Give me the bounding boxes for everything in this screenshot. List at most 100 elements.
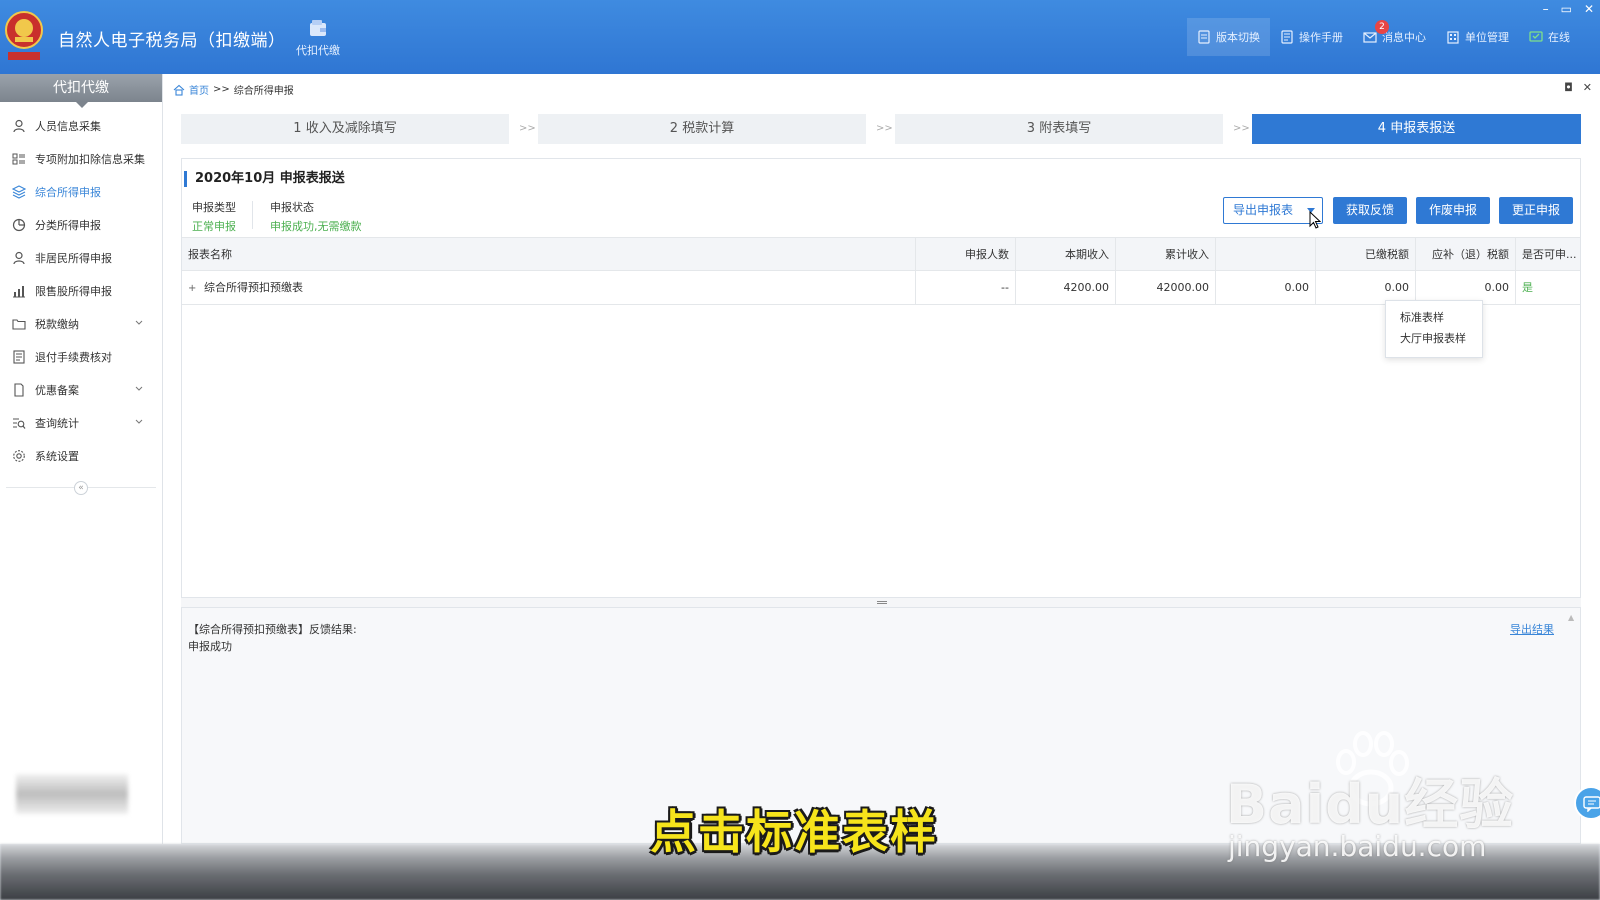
sidebar-item-system-settings[interactable]: 系统设置: [0, 439, 162, 472]
person-icon: [13, 119, 25, 132]
sidebar-item-tax-payment[interactable]: 税款缴纳: [0, 307, 162, 340]
video-subtitle: 点击标准表样: [650, 805, 938, 859]
correct-declaration-button[interactable]: 更正申报: [1499, 197, 1573, 224]
sidebar-item-refund-fee[interactable]: 退付手续费核对: [0, 340, 162, 373]
sidebar-item-query-statistics[interactable]: 查询统计: [0, 406, 162, 439]
sidebar-menu: 人员信息采集 专项附加扣除信息采集 综合所得申报 分类所得申报 非居民所得申报 …: [0, 109, 162, 472]
unit-management-label: 单位管理: [1465, 31, 1509, 44]
top-bar: 自然人电子税务局（扣缴端） 代扣代缴 版本切换 操作手册 2 消息中心 单位管理: [0, 0, 1600, 74]
online-status-button[interactable]: 在线: [1519, 18, 1580, 56]
message-center-button[interactable]: 2 消息中心: [1353, 18, 1436, 56]
step-schedule[interactable]: 3 附表填写: [895, 114, 1223, 144]
void-declaration-button[interactable]: 作废申报: [1416, 197, 1490, 224]
export-declaration-button[interactable]: 导出申报表: [1223, 197, 1323, 224]
unit-management-button[interactable]: 单位管理: [1436, 18, 1519, 56]
step-arrow: >>: [876, 123, 893, 134]
sidebar-item-comprehensive-income[interactable]: 综合所得申报: [0, 175, 162, 208]
doc-check-icon: [13, 349, 25, 364]
message-badge: 2: [1375, 20, 1389, 34]
main-content: 首页 >> 综合所得申报 ◘ ✕ 1 收入及减除填写 >> 2 税款计算 >> …: [163, 74, 1600, 844]
step-tax-calculation[interactable]: 2 税款计算: [538, 114, 866, 144]
sidebar-item-label: 税款缴纳: [35, 317, 79, 331]
pie-icon: [12, 218, 26, 231]
online-icon: [1529, 31, 1543, 42]
app-title: 自然人电子税务局（扣缴端）: [58, 31, 286, 51]
watermark-url: jingyan.baidu.com: [1228, 830, 1487, 863]
sidebar-item-label: 限售股所得申报: [35, 284, 112, 298]
step-income-deduction[interactable]: 1 收入及减除填写: [181, 114, 509, 144]
blurred-area: [16, 774, 128, 814]
report-name-cell: + 综合所得预扣预缴表: [182, 271, 916, 305]
chevron-down-icon: [135, 419, 143, 424]
feedback-scrollbar[interactable]: ▲: [1568, 614, 1576, 622]
manual-button[interactable]: 操作手册: [1270, 18, 1353, 56]
declare-status-value: 申报成功,无需缴款: [270, 220, 362, 233]
bar-chart-icon: [13, 285, 25, 297]
sidebar-item-classified-income[interactable]: 分类所得申报: [0, 208, 162, 241]
sidebar-item-special-deduction[interactable]: 专项附加扣除信息采集: [0, 142, 162, 175]
version-icon: [1198, 30, 1210, 44]
chat-support-button[interactable]: [1574, 786, 1600, 820]
sidebar-item-preferential-filing[interactable]: 优惠备案: [0, 373, 162, 406]
step-submit[interactable]: 4 申报表报送: [1252, 114, 1581, 144]
sidebar-item-label: 综合所得申报: [35, 185, 101, 199]
sidebar: 代扣代缴 人员信息采集 专项附加扣除信息采集 综合所得申报 分类所得申报 非居民…: [0, 74, 163, 844]
building-icon: [1447, 31, 1459, 44]
panel-splitter[interactable]: [181, 598, 1581, 608]
sidebar-item-label: 人员信息采集: [35, 119, 101, 133]
module-daikou[interactable]: 代扣代缴: [292, 18, 344, 58]
export-declaration-label: 导出申报表: [1233, 203, 1294, 217]
can-declare-cell: 是: [1522, 281, 1533, 294]
sidebar-item-non-resident[interactable]: 非居民所得申报: [0, 241, 162, 274]
sidebar-item-restricted-stock[interactable]: 限售股所得申报: [0, 274, 162, 307]
breadcrumb-current: 综合所得申报: [233, 86, 294, 97]
sidebar-item-label: 优惠备案: [35, 383, 79, 397]
expand-row-icon[interactable]: +: [188, 272, 196, 305]
table-row[interactable]: + 综合所得预扣预缴表 -- 4200.00 42000.00 0.00 0.00…: [182, 271, 1580, 305]
hidden-column-cell: 0.00: [1216, 271, 1316, 305]
column-header: 报表名称: [182, 238, 916, 272]
declare-status: 申报状态 申报成功,无需缴款: [270, 199, 362, 234]
people-count-cell: --: [916, 271, 1016, 305]
module-label: 代扣代缴: [296, 44, 340, 57]
version-switch-button[interactable]: 版本切换: [1187, 18, 1270, 56]
export-result-link[interactable]: 导出结果: [1510, 621, 1554, 637]
close-tab-icon[interactable]: ✕: [1583, 81, 1592, 94]
mail-icon: [1363, 32, 1377, 43]
meta-divider: [252, 201, 253, 229]
sidebar-item-personnel[interactable]: 人员信息采集: [0, 109, 162, 142]
sidebar-item-label: 系统设置: [35, 449, 79, 463]
chevron-down-icon: [135, 320, 143, 325]
sidebar-header: 代扣代缴: [0, 74, 162, 108]
collapse-sidebar-icon[interactable]: «: [74, 481, 88, 495]
column-header: 申报人数: [916, 238, 1016, 272]
gear-icon: [13, 449, 25, 462]
maximize-tab-icon[interactable]: ◘: [1564, 81, 1573, 94]
declare-type: 申报类型 正常申报: [192, 199, 236, 234]
manual-label: 操作手册: [1299, 31, 1343, 44]
declaration-table: 报表名称 申报人数 本期收入 累计收入 已缴税额 应补（退）税额 是否可申...…: [182, 237, 1580, 305]
version-switch-label: 版本切换: [1216, 31, 1260, 44]
export-hall-sample-item[interactable]: 大厅申报表样: [1386, 328, 1482, 349]
report-name: 综合所得预扣预缴表: [204, 281, 303, 294]
breadcrumb: 首页 >> 综合所得申报: [173, 82, 294, 97]
online-status-label: 在线: [1548, 31, 1570, 44]
restore-icon[interactable]: ▭: [1561, 2, 1572, 16]
cumulative-income-cell: 42000.00: [1116, 271, 1216, 305]
splitter-grip-icon[interactable]: [877, 601, 887, 604]
message-center-label: 消息中心: [1382, 31, 1426, 44]
manual-icon: [1281, 30, 1293, 44]
window-controls: – ▭ ✕: [1543, 2, 1594, 16]
get-feedback-button[interactable]: 获取反馈: [1333, 197, 1407, 224]
watermark-main-text: Baidu经验: [1226, 773, 1515, 836]
declare-type-value: 正常申报: [192, 220, 236, 233]
panel-title: 2020年10月 申报表报送: [184, 171, 345, 187]
export-standard-sample-item[interactable]: 标准表样: [1386, 307, 1482, 328]
wallet-icon: [310, 20, 326, 36]
minimize-icon[interactable]: –: [1543, 2, 1549, 16]
sidebar-item-label: 退付手续费核对: [35, 350, 112, 364]
close-icon[interactable]: ✕: [1584, 2, 1594, 16]
breadcrumb-home-link[interactable]: 首页: [189, 82, 209, 97]
step-arrow: >>: [1233, 123, 1250, 134]
current-income-cell: 4200.00: [1016, 271, 1116, 305]
